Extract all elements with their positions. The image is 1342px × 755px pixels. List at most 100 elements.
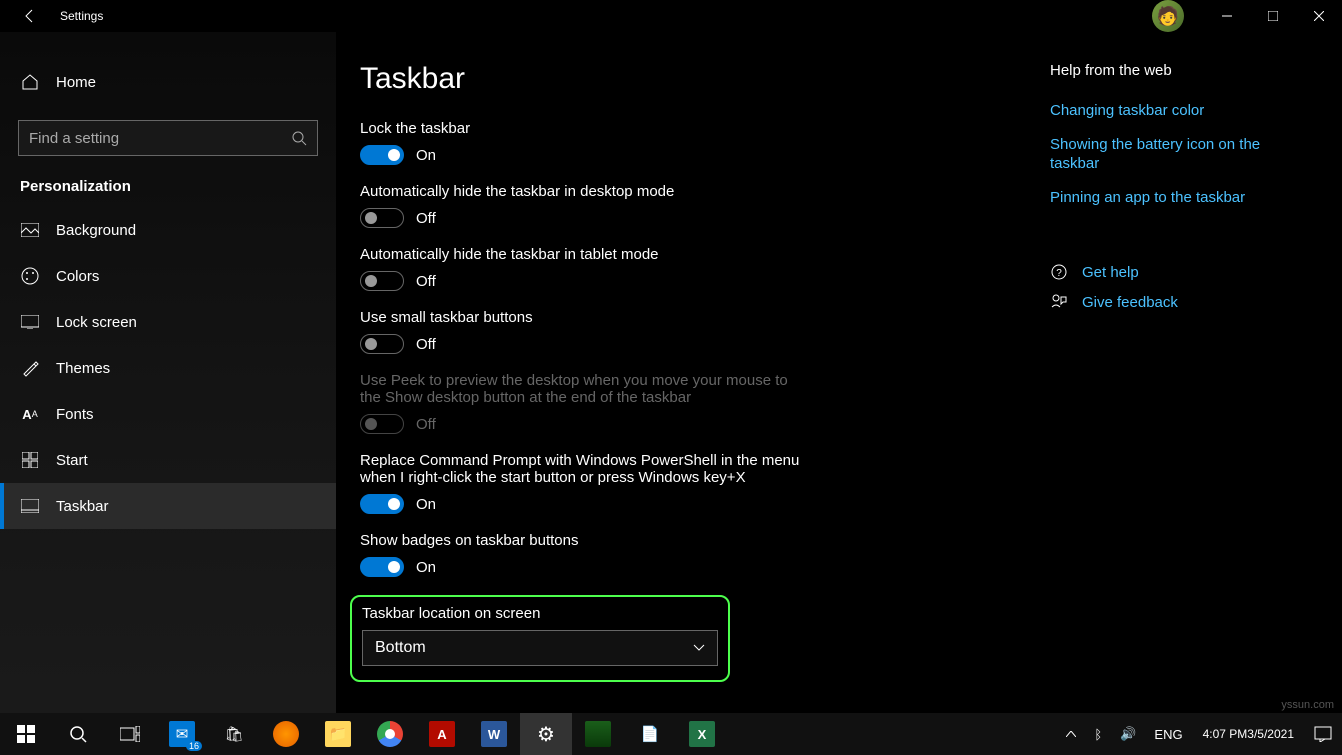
word-app[interactable]: W — [468, 713, 520, 755]
nav-taskbar[interactable]: Taskbar — [0, 483, 336, 529]
home-nav[interactable]: Home — [0, 62, 336, 102]
setting-autohide-tablet: Automatically hide the taskbar in tablet… — [360, 246, 1050, 291]
unknown-app[interactable] — [572, 713, 624, 755]
bluetooth-icon[interactable]: ᛒ — [1090, 713, 1106, 755]
explorer-app[interactable]: 📁 — [312, 713, 364, 755]
setting-label: Show badges on taskbar buttons — [360, 532, 1050, 549]
settings-app[interactable]: ⚙ — [520, 713, 572, 755]
feedback-label: Give feedback — [1082, 294, 1178, 311]
nav-lockscreen[interactable]: Lock screen — [0, 299, 336, 345]
setting-label: Taskbar location on screen — [362, 605, 718, 622]
setting-lock-taskbar: Lock the taskbar On — [360, 120, 1050, 165]
mail-badge: 16 — [186, 741, 202, 751]
time: 4:07 PM — [1203, 727, 1248, 741]
window-title: Settings — [60, 9, 103, 23]
nav-themes[interactable]: Themes — [0, 345, 336, 391]
back-button[interactable] — [20, 6, 40, 26]
toggle-state: Off — [416, 210, 436, 227]
minimize-button[interactable] — [1204, 0, 1250, 32]
nav-colors[interactable]: Colors — [0, 253, 336, 299]
toggle-state: Off — [416, 416, 436, 433]
toggle-badges[interactable] — [360, 557, 404, 577]
search-icon — [291, 130, 307, 146]
nav-start[interactable]: Start — [0, 437, 336, 483]
help-icon: ? — [1050, 263, 1068, 281]
watermark: yssun.com — [1281, 699, 1334, 711]
tray-expand[interactable] — [1062, 713, 1080, 755]
titlebar: Settings 🧑 — [0, 0, 1342, 32]
system-taskbar: ✉16 🛍 📁 A W ⚙ 📄 X ᛒ 🔊 ENG 4:07 PM 3/5/20… — [0, 713, 1342, 755]
setting-peek: Use Peek to preview the desktop when you… — [360, 372, 1050, 434]
toggle-autohide-tablet[interactable] — [360, 271, 404, 291]
toggle-small-buttons[interactable] — [360, 334, 404, 354]
language-indicator[interactable]: ENG — [1150, 713, 1186, 755]
close-button[interactable] — [1296, 0, 1342, 32]
start-button[interactable] — [0, 713, 52, 755]
search-input[interactable] — [29, 130, 291, 147]
lockscreen-icon — [20, 312, 40, 332]
acrobat-app[interactable]: A — [416, 713, 468, 755]
date: 3/5/2021 — [1247, 727, 1294, 741]
setting-label: Lock the taskbar — [360, 120, 1050, 137]
help-panel: Help from the web Changing taskbar color… — [1050, 62, 1330, 755]
nav-background[interactable]: Background — [0, 207, 336, 253]
nav-label: Background — [56, 222, 136, 239]
toggle-state: Off — [416, 336, 436, 353]
setting-badges: Show badges on taskbar buttons On — [360, 532, 1050, 577]
nav-label: Colors — [56, 268, 99, 285]
nav-label: Lock screen — [56, 314, 137, 331]
help-title: Help from the web — [1050, 62, 1310, 79]
fonts-icon: AA — [20, 404, 40, 424]
firefox-app[interactable] — [260, 713, 312, 755]
chrome-app[interactable] — [364, 713, 416, 755]
dropdown-taskbar-location[interactable]: Bottom — [362, 630, 718, 666]
toggle-state: On — [416, 559, 436, 576]
taskview-button[interactable] — [104, 713, 156, 755]
setting-label: Automatically hide the taskbar in deskto… — [360, 183, 1050, 200]
page-title: Taskbar — [360, 62, 1050, 96]
nav-label: Start — [56, 452, 88, 469]
excel-app[interactable]: X — [676, 713, 728, 755]
mail-app[interactable]: ✉16 — [156, 713, 208, 755]
setting-label: Use small taskbar buttons — [360, 309, 1050, 326]
toggle-state: Off — [416, 273, 436, 290]
setting-powershell: Replace Command Prompt with Windows Powe… — [360, 452, 1050, 514]
help-link[interactable]: Showing the battery icon on the taskbar — [1050, 135, 1310, 174]
setting-small-buttons: Use small taskbar buttons Off — [360, 309, 1050, 354]
give-feedback-link[interactable]: Give feedback — [1050, 293, 1310, 311]
clock[interactable]: 4:07 PM 3/5/2021 — [1197, 713, 1300, 755]
nav-label: Taskbar — [56, 498, 109, 515]
help-label: Get help — [1082, 264, 1139, 281]
toggle-lock-taskbar[interactable] — [360, 145, 404, 165]
svg-text:?: ? — [1056, 268, 1062, 279]
image-icon — [20, 220, 40, 240]
get-help-link[interactable]: ? Get help — [1050, 263, 1310, 281]
help-link[interactable]: Changing taskbar color — [1050, 101, 1310, 121]
maximize-button[interactable] — [1250, 0, 1296, 32]
taskbar-icon — [20, 496, 40, 516]
settings-panel: Taskbar Lock the taskbar On Automaticall… — [360, 62, 1050, 755]
highlight-annotation: Taskbar location on screen Bottom — [350, 595, 730, 682]
sidebar: Home Personalization Background Colors L… — [0, 32, 336, 755]
section-title: Personalization — [0, 178, 336, 207]
toggle-peek — [360, 414, 404, 434]
volume-icon[interactable]: 🔊 — [1116, 713, 1140, 755]
nav-fonts[interactable]: AA Fonts — [0, 391, 336, 437]
notifications-icon[interactable] — [1310, 713, 1336, 755]
misc-app[interactable]: 📄 — [624, 713, 676, 755]
store-app[interactable]: 🛍 — [208, 713, 260, 755]
setting-label: Use Peek to preview the desktop when you… — [360, 372, 810, 406]
help-link[interactable]: Pinning an app to the taskbar — [1050, 188, 1310, 208]
home-label: Home — [56, 74, 96, 91]
toggle-powershell[interactable] — [360, 494, 404, 514]
chevron-down-icon — [693, 644, 705, 652]
feedback-icon — [1050, 293, 1068, 311]
setting-label: Replace Command Prompt with Windows Powe… — [360, 452, 800, 486]
toggle-autohide-desktop[interactable] — [360, 208, 404, 228]
home-icon — [20, 72, 40, 92]
search-button[interactable] — [52, 713, 104, 755]
search-box[interactable] — [18, 120, 318, 156]
user-avatar[interactable]: 🧑 — [1152, 0, 1184, 32]
setting-autohide-desktop: Automatically hide the taskbar in deskto… — [360, 183, 1050, 228]
start-icon — [20, 450, 40, 470]
